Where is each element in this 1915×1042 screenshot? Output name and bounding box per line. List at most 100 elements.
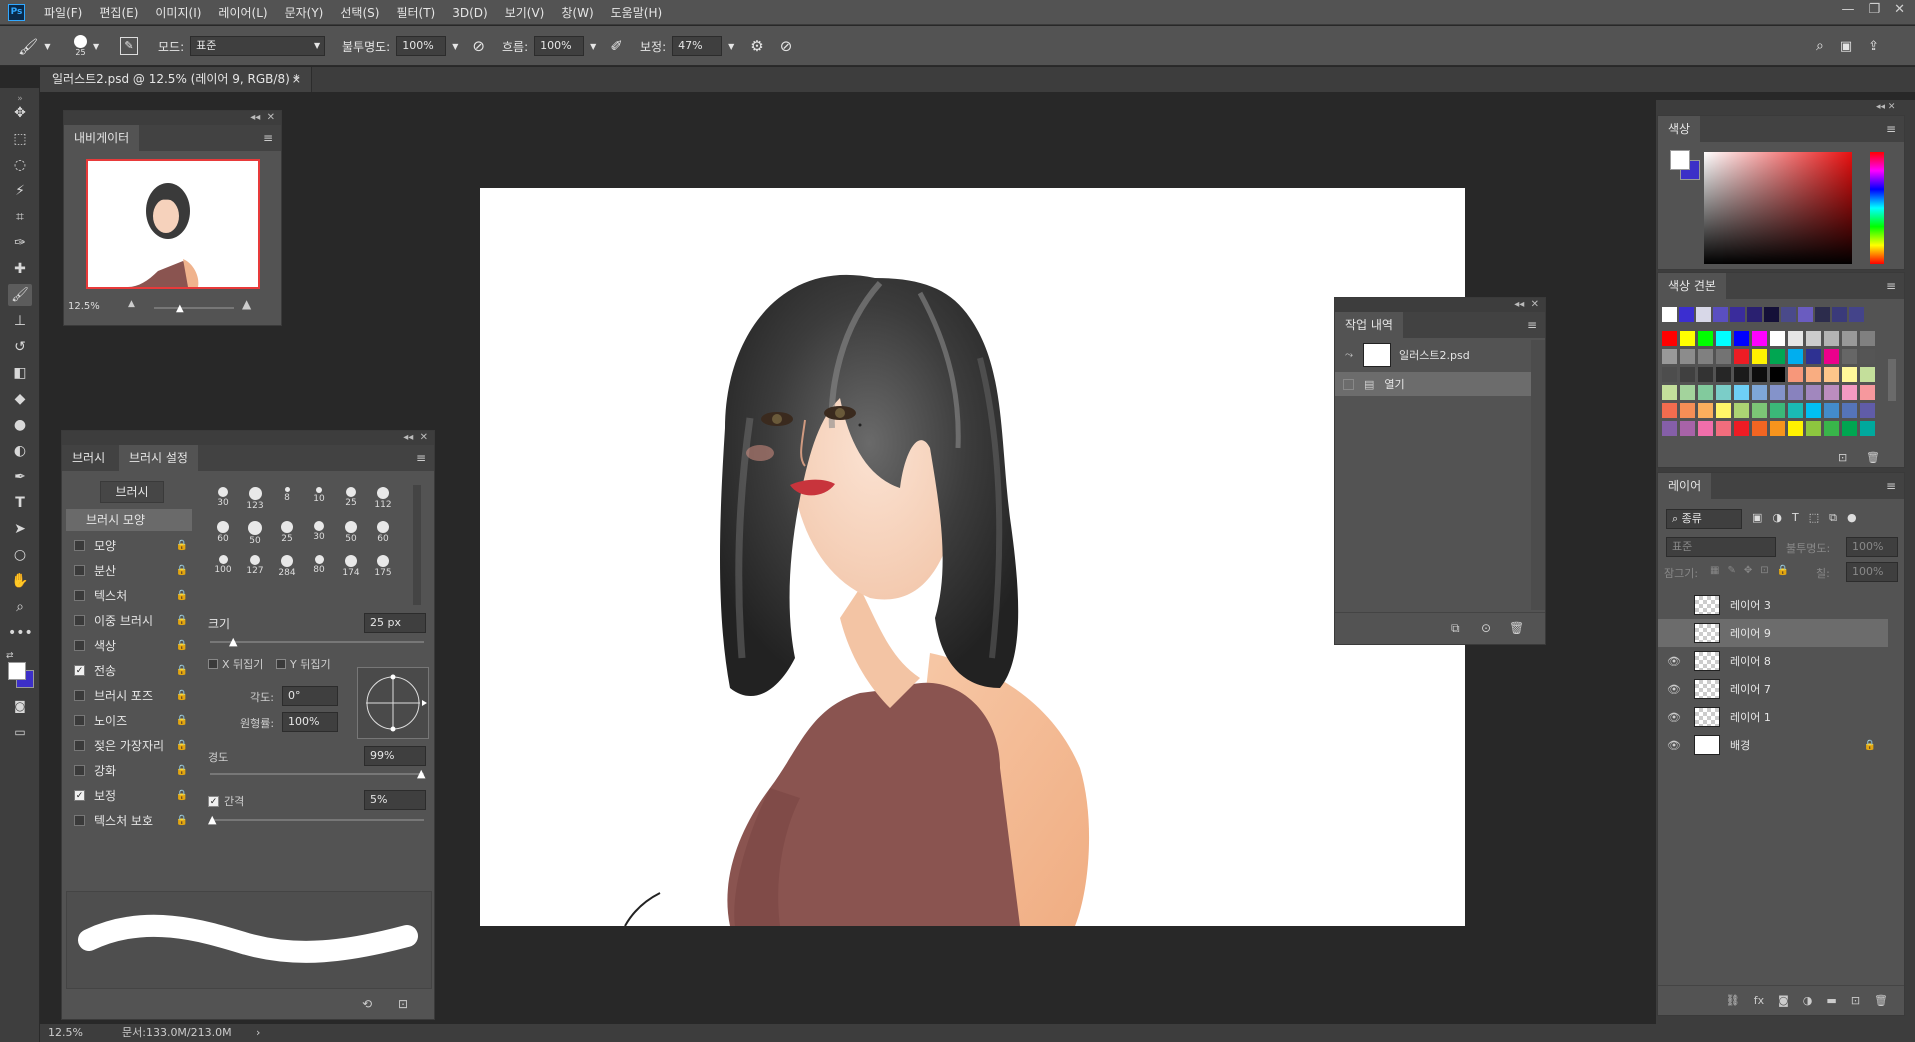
swatch[interactable] (1752, 367, 1767, 382)
hardness-slider[interactable] (210, 773, 424, 775)
swatch[interactable] (1662, 403, 1677, 418)
camera-icon[interactable]: ⊙ (1481, 621, 1491, 635)
brush-tip-preset[interactable]: 123 (240, 485, 270, 517)
swatch[interactable] (1788, 403, 1803, 418)
color-foreground-swatch[interactable] (1670, 150, 1690, 170)
swatch[interactable] (1734, 385, 1749, 400)
swatch[interactable] (1752, 421, 1767, 436)
brush-option-item[interactable]: 분산 🔒 (66, 558, 196, 583)
checkbox-checked[interactable]: ✓ (74, 665, 85, 676)
share-icon[interactable]: ⇪ (1868, 39, 1879, 54)
new-brush-icon[interactable]: ⊡ (398, 997, 408, 1011)
swatch[interactable] (1788, 385, 1803, 400)
brush-tip-preset[interactable]: 174 (336, 553, 366, 585)
swatch[interactable] (1734, 349, 1749, 364)
swatch[interactable] (1842, 349, 1857, 364)
panel-menu-icon[interactable]: ≡ (416, 451, 426, 465)
tab-history[interactable]: 작업 내역 (1335, 312, 1403, 338)
swatch[interactable] (1788, 367, 1803, 382)
spacing-slider[interactable] (210, 819, 424, 821)
swatch[interactable] (1734, 367, 1749, 382)
swatch[interactable] (1752, 349, 1767, 364)
swatch[interactable] (1680, 403, 1695, 418)
swatch[interactable] (1679, 307, 1694, 322)
swatch[interactable] (1764, 307, 1779, 322)
hardness-field[interactable]: 99% (364, 746, 426, 766)
shape-filter-icon[interactable]: ⬚ (1809, 511, 1819, 525)
swatch[interactable] (1860, 367, 1875, 382)
brush-option-item[interactable]: 텍스처 보호 🔒 (66, 808, 196, 833)
menu-select[interactable]: 선택(S) (340, 4, 379, 21)
brush-tip-preset[interactable]: 10 (304, 485, 334, 517)
swatch[interactable] (1770, 331, 1785, 346)
swatch[interactable] (1770, 403, 1785, 418)
swatch[interactable] (1698, 403, 1713, 418)
brush-tool-icon[interactable]: 🖌 (8, 284, 32, 306)
brush-option-item[interactable]: 텍스처 🔒 (66, 583, 196, 608)
size-slider[interactable] (210, 641, 424, 643)
new-document-from-state-icon[interactable]: ⧉ (1451, 621, 1460, 636)
brush-size-picker[interactable]: 25 ▼ (74, 26, 99, 66)
marquee-tool-icon[interactable]: ⬚ (8, 128, 32, 150)
brush-option-item[interactable]: ✓ 전송 🔒 (66, 658, 196, 683)
zoom-slider-handle[interactable]: ▲ (176, 303, 184, 314)
swatch[interactable] (1806, 421, 1821, 436)
swatch[interactable] (1842, 385, 1857, 400)
brush-tip-preset[interactable]: 30 (304, 519, 334, 551)
photoshop-logo[interactable]: Ps (8, 4, 25, 21)
menu-window[interactable]: 창(W) (561, 4, 593, 21)
menu-3d[interactable]: 3D(D) (452, 6, 487, 20)
swatch[interactable] (1788, 421, 1803, 436)
brush-tip-preset[interactable]: 25 (272, 519, 302, 551)
new-swatch-icon[interactable]: ⊡ (1838, 451, 1847, 464)
swatch[interactable] (1680, 385, 1695, 400)
swatch[interactable] (1747, 307, 1762, 322)
pixel-filter-icon[interactable]: ▣ (1752, 511, 1762, 525)
swatch[interactable] (1662, 331, 1677, 346)
checkbox-box[interactable] (74, 715, 85, 726)
swatch[interactable] (1824, 349, 1839, 364)
tab-brushes[interactable]: 브러시 (62, 445, 115, 471)
brush-option-item[interactable]: 젖은 가장자리 🔒 (66, 733, 196, 758)
brush-angle-preview[interactable] (357, 667, 429, 739)
swatch[interactable] (1842, 403, 1857, 418)
menu-layer[interactable]: 레이어(L) (218, 4, 267, 21)
layer-row[interactable]: 레이어 3 (1658, 591, 1888, 619)
swatch[interactable] (1860, 331, 1875, 346)
crop-tool-icon[interactable]: ⌗ (8, 206, 32, 228)
menu-filter[interactable]: 필터(T) (396, 4, 435, 21)
collapse-icon[interactable]: ◂◂ (1514, 299, 1524, 310)
healing-brush-tool-icon[interactable]: ✚ (8, 258, 32, 280)
swatch[interactable] (1698, 349, 1713, 364)
collapse-icon[interactable]: ◂◂ (250, 112, 260, 123)
type-filter-icon[interactable]: T (1792, 511, 1799, 525)
close-icon[interactable]: ✕ (420, 432, 428, 443)
eyedropper-tool-icon[interactable]: ✑ (8, 232, 32, 254)
pen-tool-icon[interactable]: ✒ (8, 466, 32, 488)
eye-icon[interactable]: 👁 (1664, 655, 1684, 668)
close-icon[interactable]: × (292, 67, 301, 92)
swatch[interactable] (1824, 331, 1839, 346)
swatch[interactable] (1662, 307, 1677, 322)
foreground-color[interactable] (8, 662, 26, 680)
swatch[interactable] (1824, 403, 1839, 418)
menu-type[interactable]: 문자(Y) (285, 4, 324, 21)
brush-option-item[interactable]: ✓ 보정 🔒 (66, 783, 196, 808)
size-field[interactable]: 25 px (364, 613, 426, 633)
swatches-scrollbar[interactable] (1888, 359, 1896, 401)
close-icon[interactable]: ✕ (1531, 299, 1539, 310)
zoom-in-icon[interactable]: ▲ (242, 297, 251, 311)
document-tab[interactable]: 일러스트2.psd @ 12.5% (레이어 9, RGB/8) * × (40, 67, 312, 92)
history-state-open[interactable]: ▤ 열기 (1335, 372, 1531, 396)
swatch[interactable] (1849, 307, 1864, 322)
color-picker-field[interactable] (1704, 152, 1852, 264)
lock-icon[interactable]: 🔒 (176, 815, 188, 826)
swatch[interactable] (1662, 385, 1677, 400)
tab-brush-settings[interactable]: 브러시 설정 (118, 445, 198, 471)
filter-toggle-icon[interactable]: ● (1847, 511, 1857, 525)
document-canvas[interactable] (480, 188, 1465, 926)
swatch[interactable] (1698, 421, 1713, 436)
close-icon[interactable]: ✕ (267, 112, 275, 123)
zoom-slider-track[interactable] (154, 307, 234, 309)
screen-mode-icon[interactable]: ▭ (8, 721, 32, 743)
